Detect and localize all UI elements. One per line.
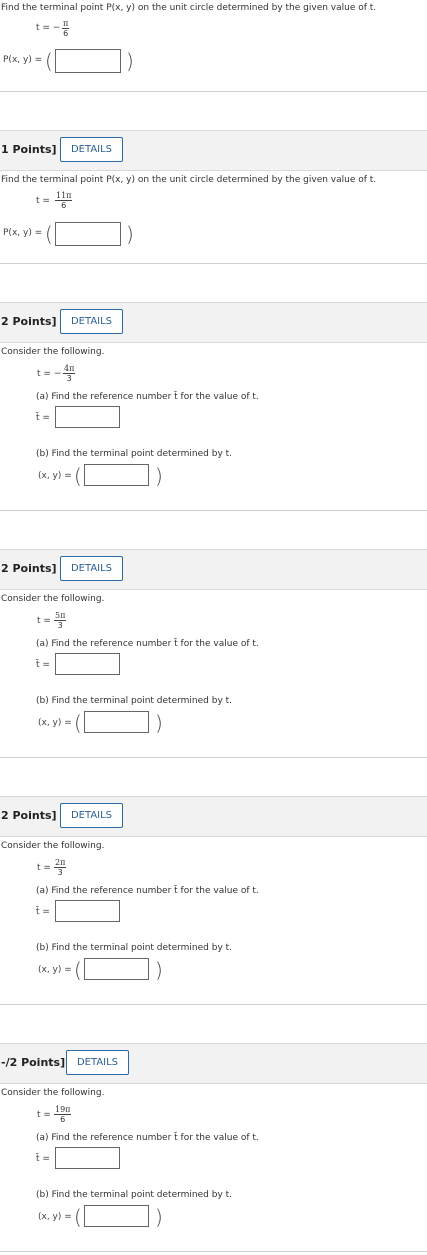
q6-t-fraction: 19π 6 <box>54 1105 72 1125</box>
q6-part-b: (b) Find the terminal point determined b… <box>36 1190 233 1200</box>
q3-part-b: (b) Find the terminal point determined b… <box>36 449 233 459</box>
q2-t-numerator: 11π <box>55 191 73 201</box>
q6-details-button[interactable]: DETAILS <box>66 1050 129 1075</box>
q4-details-button[interactable]: DETAILS <box>60 556 123 581</box>
q2-t-label: t = <box>36 196 50 206</box>
q4-header: 2 Points] DETAILS <box>0 549 427 590</box>
q2-points: 1 Points] <box>1 143 57 156</box>
q2-paren-close: ) <box>126 222 134 246</box>
q5-t-numerator: 2π <box>54 858 67 868</box>
q4-reference-input[interactable] <box>55 653 120 675</box>
q2-answer-label: P(x, y) = <box>3 228 43 238</box>
q5-t-label: t = <box>37 863 51 873</box>
q1-t-denominator: 6 <box>63 29 69 38</box>
q5-xy-label: (x, y) = <box>38 965 72 975</box>
q4-intro: Consider the following. <box>1 594 105 604</box>
q3-xy-label: (x, y) = <box>38 471 72 481</box>
q3-paren-open: ( <box>74 464 82 488</box>
q1-t-numerator: π <box>62 19 70 29</box>
q4-tbar-label: t̄ = <box>36 660 50 670</box>
q6-tbar-label: t̄ = <box>36 1154 50 1164</box>
q3-reference-input[interactable] <box>55 406 120 428</box>
q3-t-denominator: 3 <box>66 374 72 383</box>
q3-points: 2 Points] <box>1 315 57 328</box>
q3-header: 2 Points] DETAILS <box>0 302 427 343</box>
q3-intro: Consider the following. <box>1 347 105 357</box>
q2-instruction: Find the terminal point P(x, y) on the u… <box>1 175 377 185</box>
q5-paren-close: ) <box>155 958 163 982</box>
q3-t-fraction: 4π 3 <box>63 364 76 384</box>
q5-terminal-input[interactable] <box>84 958 149 980</box>
q1-answer-input[interactable] <box>55 49 121 73</box>
q5-points: 2 Points] <box>1 809 57 822</box>
q2-t-denominator: 6 <box>61 201 67 210</box>
q2-header: 1 Points] DETAILS <box>0 130 427 171</box>
q6-t-denominator: 6 <box>60 1115 66 1124</box>
q5-paren-open: ( <box>74 958 82 982</box>
q1-answer-label: P(x, y) = <box>3 55 43 65</box>
q5-details-button[interactable]: DETAILS <box>60 803 123 828</box>
q2-details-button[interactable]: DETAILS <box>60 137 123 162</box>
q3-t-numerator: 4π <box>63 364 76 374</box>
q5-part-a: (a) Find the reference number t̄ for the… <box>36 886 259 896</box>
divider <box>0 263 427 264</box>
q4-xy-label: (x, y) = <box>38 718 72 728</box>
q3-tbar-label: t̄ = <box>36 413 50 423</box>
q3-terminal-input[interactable] <box>84 464 149 486</box>
q3-part-a: (a) Find the reference number t̄ for the… <box>36 392 259 402</box>
q6-t-numerator: 19π <box>54 1105 72 1115</box>
q4-t-denominator: 3 <box>57 621 63 630</box>
q5-tbar-label: t̄ = <box>36 907 50 917</box>
divider <box>0 1251 427 1252</box>
q4-t-fraction: 5π 3 <box>54 611 67 631</box>
q5-reference-input[interactable] <box>55 900 120 922</box>
q5-t-denominator: 3 <box>57 868 63 877</box>
q4-t-label: t = <box>37 616 51 626</box>
q6-paren-close: ) <box>155 1205 163 1229</box>
q1-t-label: t = − <box>36 23 61 33</box>
divider <box>0 91 427 92</box>
q3-t-label: t = − <box>37 369 62 379</box>
divider <box>0 757 427 758</box>
q3-details-button[interactable]: DETAILS <box>60 309 123 334</box>
q1-paren-close: ) <box>126 49 134 73</box>
q1-instruction: Find the terminal point P(x, y) on the u… <box>1 3 377 13</box>
q5-header: 2 Points] DETAILS <box>0 796 427 837</box>
q4-points: 2 Points] <box>1 562 57 575</box>
q6-paren-open: ( <box>74 1205 82 1229</box>
q6-xy-label: (x, y) = <box>38 1212 72 1222</box>
q5-intro: Consider the following. <box>1 841 105 851</box>
q4-terminal-input[interactable] <box>84 711 149 733</box>
q5-part-b: (b) Find the terminal point determined b… <box>36 943 233 953</box>
q3-paren-close: ) <box>155 464 163 488</box>
q4-t-numerator: 5π <box>54 611 67 621</box>
q2-paren-open: ( <box>45 222 53 246</box>
q2-answer-input[interactable] <box>55 222 121 246</box>
q5-t-fraction: 2π 3 <box>54 858 67 878</box>
q6-t-label: t = <box>37 1110 51 1120</box>
q1-t-fraction: π 6 <box>62 19 70 39</box>
q6-header: -/2 Points] DETAILS <box>0 1043 427 1084</box>
q6-points: -/2 Points] <box>1 1056 66 1069</box>
q2-t-fraction: 11π 6 <box>55 191 73 211</box>
divider <box>0 510 427 511</box>
q6-reference-input[interactable] <box>55 1147 120 1169</box>
q6-part-a: (a) Find the reference number t̄ for the… <box>36 1133 259 1143</box>
q1-paren-open: ( <box>45 49 53 73</box>
q6-terminal-input[interactable] <box>84 1205 149 1227</box>
q4-paren-open: ( <box>74 711 82 735</box>
q4-part-a: (a) Find the reference number t̄ for the… <box>36 639 259 649</box>
q4-part-b: (b) Find the terminal point determined b… <box>36 696 233 706</box>
q4-paren-close: ) <box>155 711 163 735</box>
divider <box>0 1004 427 1005</box>
q6-intro: Consider the following. <box>1 1088 105 1098</box>
